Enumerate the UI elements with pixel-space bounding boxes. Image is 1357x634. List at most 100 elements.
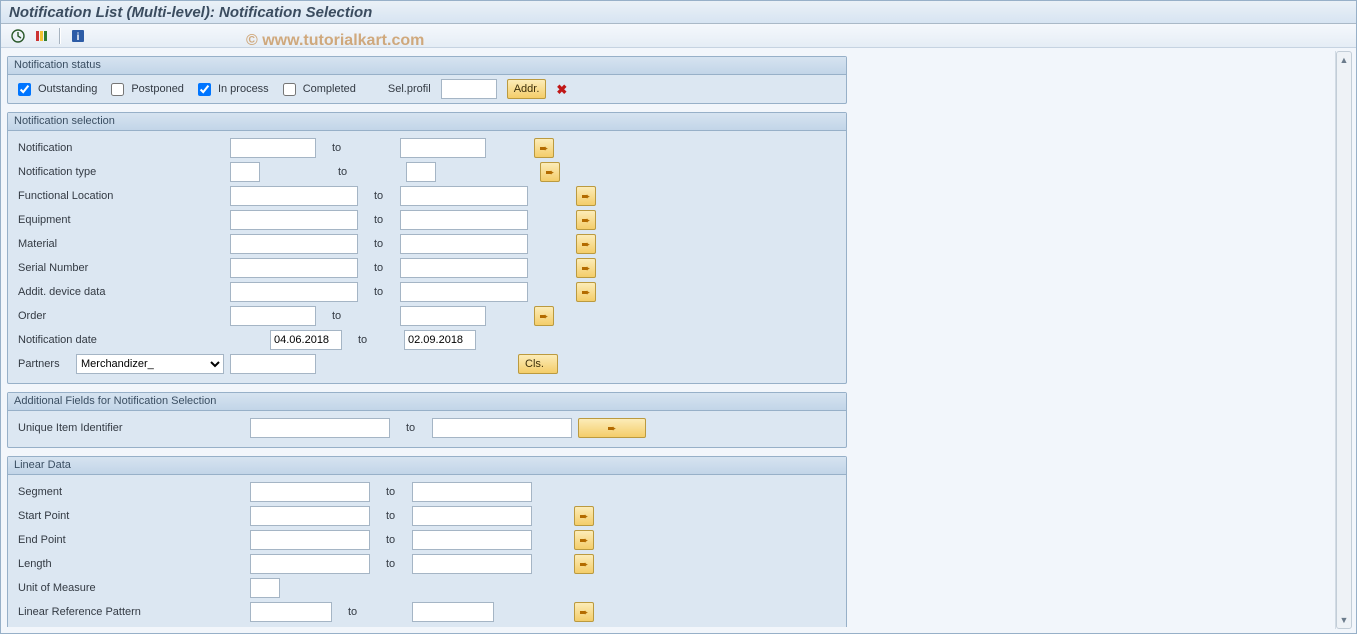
partners-select[interactable]: Merchandizer_ <box>76 354 224 374</box>
toolbar: i <box>1 24 1356 48</box>
start-from-input[interactable] <box>250 506 370 526</box>
postponed-checkbox[interactable]: Postponed <box>107 80 184 99</box>
partner-value-input[interactable] <box>230 354 316 374</box>
multi-select-button[interactable]: ➨ <box>540 162 560 182</box>
addit-from-input[interactable] <box>230 282 358 302</box>
equipment-from-input[interactable] <box>230 210 358 230</box>
inprocess-checkbox[interactable]: In process <box>194 80 269 99</box>
arrow-right-icon: ➨ <box>581 238 590 251</box>
lrp-from-input[interactable] <box>250 602 332 622</box>
section-header: Notification selection <box>8 113 846 131</box>
segment-to-input[interactable] <box>412 482 532 502</box>
length-to-input[interactable] <box>412 554 532 574</box>
uii-from-input[interactable] <box>250 418 390 438</box>
date-to-input[interactable] <box>404 330 476 350</box>
arrow-right-icon: ➨ <box>545 166 554 179</box>
multi-select-button[interactable]: ➨ <box>574 506 594 526</box>
multi-select-button[interactable]: ➨ <box>534 306 554 326</box>
multi-select-button[interactable]: ➨ <box>574 602 594 622</box>
arrow-right-icon: ➨ <box>579 558 588 571</box>
segment-from-input[interactable] <box>250 482 370 502</box>
completed-input[interactable] <box>283 83 296 96</box>
serial-from-input[interactable] <box>230 258 358 278</box>
completed-checkbox[interactable]: Completed <box>279 80 356 99</box>
order-from-input[interactable] <box>230 306 316 326</box>
cls-button[interactable]: Cls. <box>518 354 558 374</box>
multi-select-button[interactable]: ➨ <box>574 554 594 574</box>
order-to-input[interactable] <box>400 306 486 326</box>
scroll-down-icon[interactable]: ▼ <box>1338 613 1350 627</box>
label: Addit. device data <box>14 286 224 298</box>
selprofil-label: Sel.profil <box>384 83 431 95</box>
selprofil-input[interactable] <box>441 79 497 99</box>
notification-to-input[interactable] <box>400 138 486 158</box>
section-body: Unique Item Identifier to ➨ <box>8 411 846 447</box>
to-label: to <box>322 310 394 322</box>
arrow-right-icon: ➨ <box>579 510 588 523</box>
section-body: Notification to ➨ Notification type to ➨ <box>8 131 846 383</box>
multi-select-button[interactable]: ➨ <box>574 530 594 550</box>
completed-label: Completed <box>303 83 356 95</box>
multi-select-button[interactable]: ➨ <box>576 258 596 278</box>
label: Linear Reference Pattern <box>14 606 244 618</box>
partners-label: Partners <box>14 358 70 370</box>
multi-select-button[interactable]: ➨ <box>578 418 646 438</box>
vertical-scrollbar[interactable]: ▲ ▼ <box>1336 51 1352 629</box>
to-label: to <box>376 486 406 498</box>
delete-icon[interactable]: ✖ <box>556 83 567 96</box>
notification-from-input[interactable] <box>230 138 316 158</box>
arrow-right-icon: ➨ <box>539 142 548 155</box>
end-from-input[interactable] <box>250 530 370 550</box>
length-from-input[interactable] <box>250 554 370 574</box>
funcloc-from-input[interactable] <box>230 186 358 206</box>
start-to-input[interactable] <box>412 506 532 526</box>
multi-select-button[interactable]: ➨ <box>534 138 554 158</box>
cls-button-label: Cls. <box>525 358 544 370</box>
addr-button-label: Addr. <box>514 83 540 95</box>
multi-select-button[interactable]: ➨ <box>576 186 596 206</box>
row-serial: Serial Number to ➨ <box>14 257 840 279</box>
execute-button[interactable] <box>7 26 29 46</box>
label: Unique Item Identifier <box>14 422 244 434</box>
outstanding-input[interactable] <box>18 83 31 96</box>
funcloc-to-input[interactable] <box>400 186 528 206</box>
material-to-input[interactable] <box>400 234 528 254</box>
arrow-right-icon: ➨ <box>579 606 588 619</box>
multi-select-button[interactable]: ➨ <box>576 282 596 302</box>
label: Notification type <box>14 166 224 178</box>
postponed-input[interactable] <box>111 83 124 96</box>
info-button[interactable]: i <box>67 26 89 46</box>
row-notification-type: Notification type to ➨ <box>14 161 840 183</box>
variants-button[interactable] <box>31 26 53 46</box>
addit-to-input[interactable] <box>400 282 528 302</box>
label: Unit of Measure <box>14 582 244 594</box>
row-uii: Unique Item Identifier to ➨ <box>14 417 840 439</box>
row-segment: Segment to <box>14 481 840 503</box>
uii-to-input[interactable] <box>432 418 572 438</box>
end-to-input[interactable] <box>412 530 532 550</box>
serial-to-input[interactable] <box>400 258 528 278</box>
label: Serial Number <box>14 262 224 274</box>
type-to-input[interactable] <box>406 162 436 182</box>
outstanding-checkbox[interactable]: Outstanding <box>14 80 97 99</box>
type-from-input[interactable] <box>230 162 260 182</box>
outstanding-label: Outstanding <box>38 83 97 95</box>
inprocess-label: In process <box>218 83 269 95</box>
date-from-input[interactable] <box>270 330 342 350</box>
multi-select-button[interactable]: ➨ <box>576 234 596 254</box>
addr-button[interactable]: Addr. <box>507 79 547 99</box>
clock-run-icon <box>10 28 26 44</box>
lrp-to-input[interactable] <box>412 602 494 622</box>
scroll-up-icon[interactable]: ▲ <box>1338 53 1350 67</box>
label: Material <box>14 238 224 250</box>
to-label: to <box>328 166 400 178</box>
inprocess-input[interactable] <box>198 83 211 96</box>
section-notification-selection: Notification selection Notification to ➨… <box>7 112 847 384</box>
material-from-input[interactable] <box>230 234 358 254</box>
row-start: Start Point to ➨ <box>14 505 840 527</box>
arrow-right-icon: ➨ <box>581 262 590 275</box>
variants-icon <box>34 28 50 44</box>
uom-input[interactable] <box>250 578 280 598</box>
multi-select-button[interactable]: ➨ <box>576 210 596 230</box>
equipment-to-input[interactable] <box>400 210 528 230</box>
